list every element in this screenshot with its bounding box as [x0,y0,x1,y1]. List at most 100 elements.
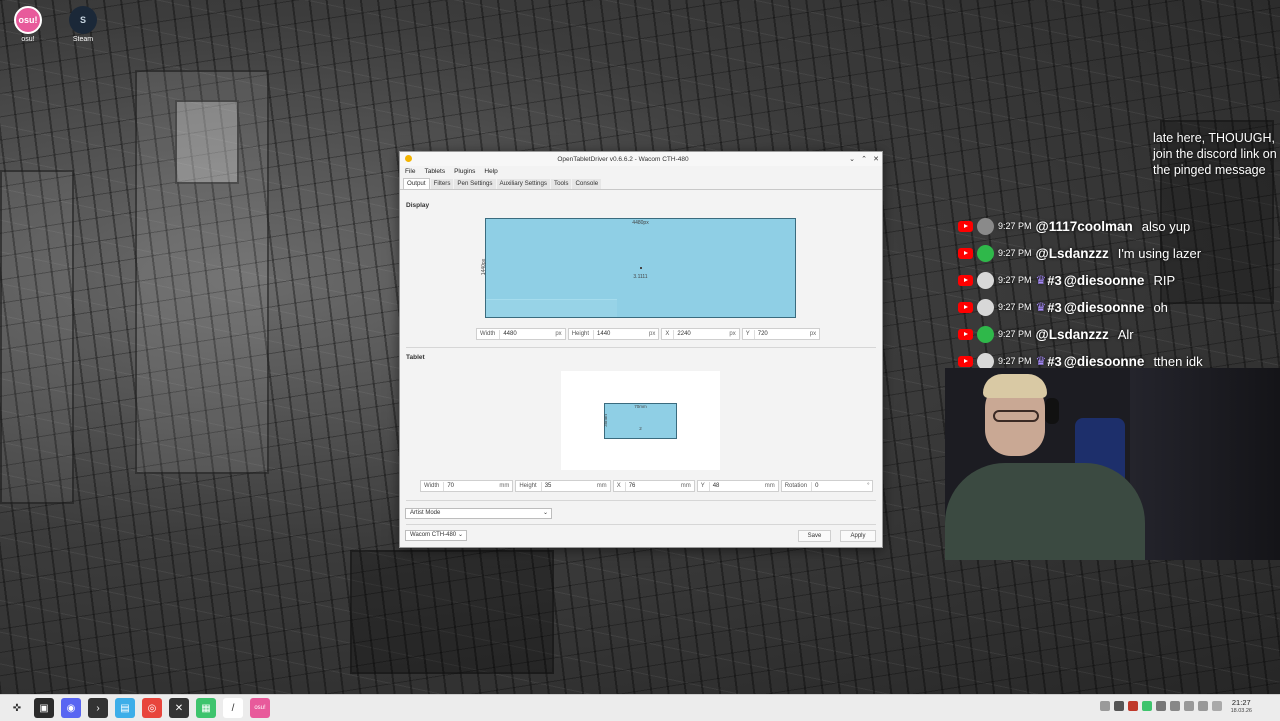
display-height-field[interactable]: Height 1440 px [567,328,660,340]
webcam-background [1130,368,1280,560]
desktop-icon-steam[interactable]: S Steam [58,6,108,43]
display-center-marker [640,267,642,269]
tablet-driver-icon[interactable]: ▦ [196,698,216,718]
chat-username: @diesoonne [1063,272,1145,288]
tablet-width-field[interactable]: Width 70 mm [420,480,514,492]
launcher-icon[interactable]: ✜ [7,698,27,718]
obs-icon[interactable]: ✕ [169,698,189,718]
tray-icon[interactable] [1100,701,1110,711]
taskbar-clock[interactable]: 21:27 18.03.26 [1231,698,1252,716]
section-divider [406,524,876,525]
tray-icon[interactable] [1156,701,1166,711]
tray-icon[interactable] [1142,701,1152,711]
tablet-aspect-caption: 2 [639,426,642,431]
menu-help[interactable]: Help [484,168,497,175]
menu-file[interactable]: File [405,168,415,175]
apply-button[interactable]: Apply [840,530,876,542]
tab-pen-settings[interactable]: Pen Settings [454,179,496,189]
save-button[interactable]: Save [798,530,831,542]
avatar [977,325,994,343]
display-x-field[interactable]: X 2240 px [661,328,740,340]
close-button[interactable]: ✕ [870,155,882,163]
tablet-width-caption: 70mm [634,404,647,409]
chat-time: 9:27 PM [998,221,1032,231]
app-icon [405,155,412,162]
menu-plugins[interactable]: Plugins [454,168,475,175]
tablet-rotation-input[interactable]: 0 [811,481,863,491]
osu-icon: osu! [14,6,42,34]
tablet-select[interactable]: Wacom CTH-480 ⌄ [405,530,467,541]
window-titlebar[interactable]: OpenTabletDriver v0.6.6.2 - Wacom CTH-48… [400,152,882,166]
display-aspect-caption: 3.1111 [633,274,648,280]
chat-text: RIP [1153,272,1176,288]
desktop-icon-label: osu! [21,36,35,43]
files-icon[interactable]: ▤ [115,698,135,718]
desktop-icon-label: Steam [72,36,94,43]
desktop-icon-osu[interactable]: osu! osu! [3,6,53,43]
chat-text: Alr [1117,326,1134,342]
tab-output[interactable]: Output [403,178,430,189]
chrome-icon[interactable]: ◎ [142,698,162,718]
discord-icon[interactable]: ◉ [61,698,81,718]
terminal-icon[interactable]: ▣ [34,698,54,718]
tab-console[interactable]: Console [572,179,602,189]
chat-username: @1117coolman [1035,218,1133,234]
crown-icon: ♛ [1035,273,1047,287]
display-x-input[interactable]: 2240 [673,329,725,339]
tab-filters[interactable]: Filters [430,179,454,189]
tab-tools[interactable]: Tools [550,179,572,189]
tablet-y-field[interactable]: Y 48 mm [696,480,779,492]
tray-icon[interactable] [1114,701,1124,711]
maximize-button[interactable]: ⌃ [858,155,870,163]
rank-badge: #3 [1047,353,1062,369]
clock-time: 21:27 [1231,698,1251,707]
osu-taskbar-icon[interactable]: osu! [250,698,270,718]
chevron-up-icon[interactable] [1212,701,1222,711]
volume-icon[interactable] [1184,701,1194,711]
menu-tablets[interactable]: Tablets [424,168,445,175]
avatar [977,271,994,289]
webcam-glasses [993,410,1039,422]
tablet-width-input[interactable]: 70 [443,481,495,491]
window-title: OpenTabletDriver v0.6.6.2 - Wacom CTH-48… [557,155,689,163]
display-width-field[interactable]: Width 4480 px [476,328,566,340]
chat-text: oh [1153,299,1168,315]
display-height-input[interactable]: 1440 [593,329,645,339]
youtube-icon [958,274,973,286]
display-width-input[interactable]: 4480 [499,329,551,339]
avatar [977,298,994,316]
display-y-input[interactable]: 720 [753,329,806,339]
tab-auxiliary-settings[interactable]: Auxiliary Settings [496,179,550,189]
network-icon[interactable] [1198,701,1208,711]
webcam-person-body [945,463,1145,560]
chat-time: 9:27 PM [998,302,1032,312]
console-icon[interactable]: › [88,698,108,718]
display-area-editor[interactable]: 4480px 1440px 3.1111 [481,218,796,318]
clipboard-icon[interactable] [1170,701,1180,711]
webcam-overlay [945,368,1280,560]
chat-text: I'm using lazer [1117,245,1202,261]
chat-time: 9:27 PM [998,248,1032,258]
avatar [977,244,994,262]
display-section-label: Display [406,202,430,209]
tablet-height-field[interactable]: Height 35 mm [515,480,611,492]
display-width-caption: 4480px [632,220,649,226]
chat-text: tthen idk [1153,353,1203,369]
tablet-rotation-field[interactable]: Rotation 0 ° [780,480,874,492]
tray-icon[interactable] [1128,701,1138,711]
minimize-button[interactable]: ⌄ [846,155,858,163]
output-mode-select[interactable]: Artist Mode ⌄ [405,508,552,519]
display-y-field[interactable]: Y 720 px [741,328,821,340]
chat-message: 9:27 PM @Lsdanzzz Alr [958,323,1134,345]
editor-icon[interactable]: / [223,698,243,718]
tablet-area-editor[interactable]: 70mm 35mm 2 [603,403,677,439]
tablet-y-input[interactable]: 48 [708,481,761,491]
tablet-height-input[interactable]: 35 [540,481,593,491]
section-divider [406,347,876,348]
tablet-x-input[interactable]: 76 [624,481,677,491]
youtube-icon [958,220,973,232]
wallpaper-screen [175,100,239,184]
tablet-x-field[interactable]: X 76 mm [612,480,695,492]
chat-message-continued: late here, THOUUGH, join the discord lin… [1153,131,1277,177]
clock-date: 18.03.26 [1230,708,1252,714]
